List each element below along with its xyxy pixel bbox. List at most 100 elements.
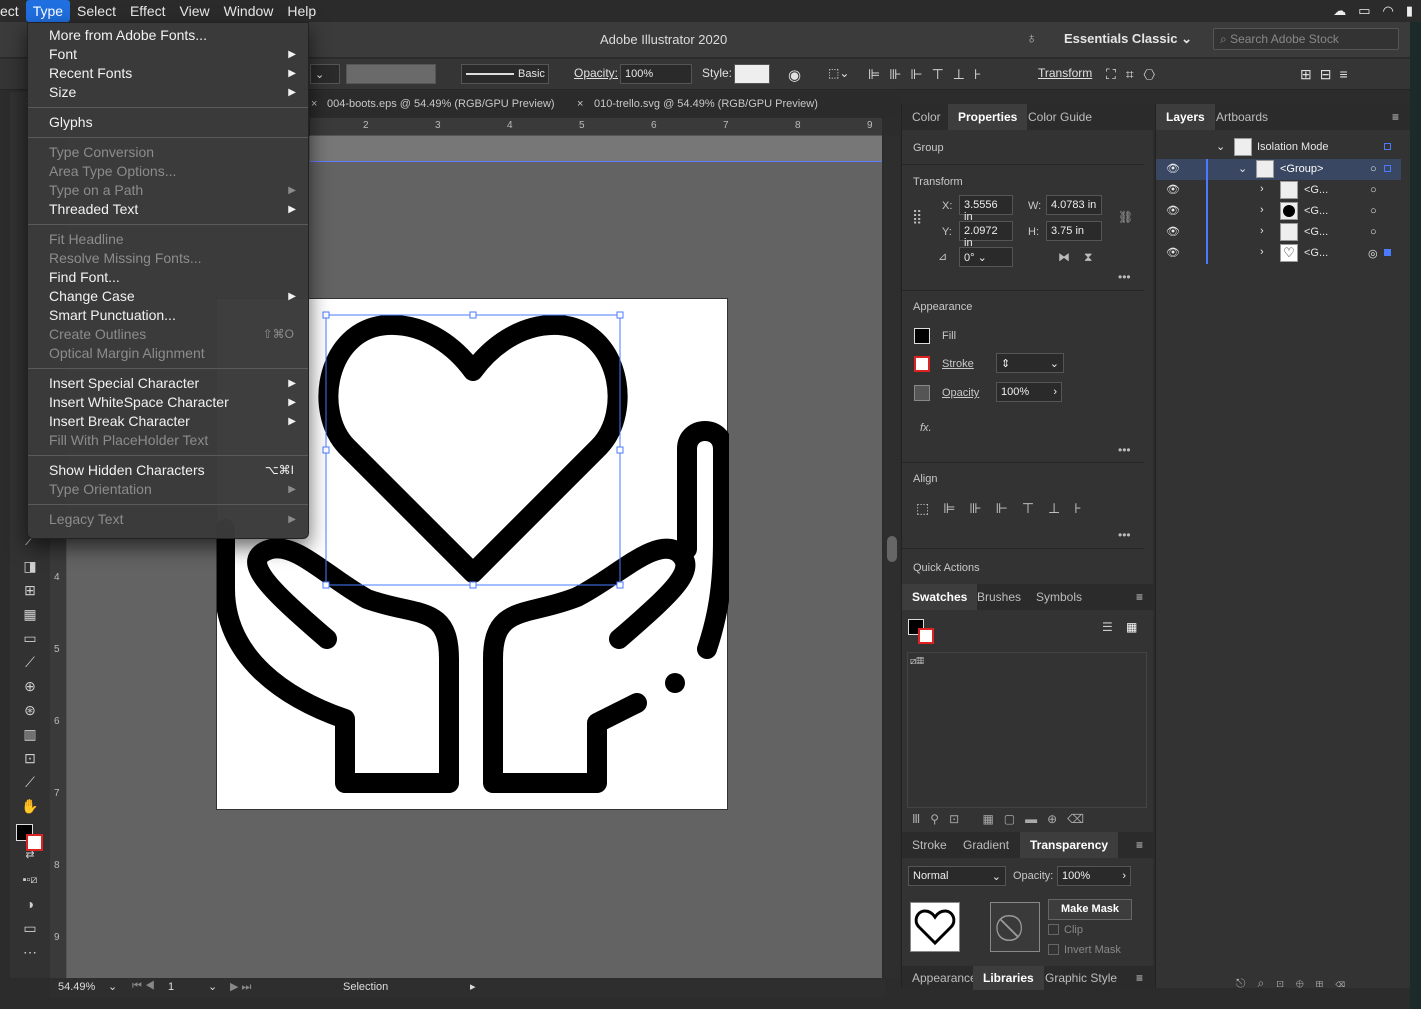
menu-window[interactable]: Window	[217, 0, 281, 22]
chevron-down-icon[interactable]: ⌄	[208, 980, 217, 993]
more-options-icon[interactable]: •••	[1118, 270, 1131, 284]
clip-checkbox[interactable]	[1048, 924, 1059, 935]
close-icon[interactable]: ×	[577, 98, 583, 110]
tab-color[interactable]: Color	[902, 104, 951, 130]
edit-toolbar-icon[interactable]: ⋯	[21, 944, 39, 962]
stroke-weight-dropdown[interactable]: ⌄	[310, 64, 340, 84]
more-options-icon[interactable]: •••	[1118, 528, 1131, 542]
menu-item-insert-break-character[interactable]: Insert Break Character ▶	[28, 412, 308, 431]
target-icon[interactable]: ○	[1370, 226, 1377, 238]
align-objects-icons[interactable]: ⬚⊫⊪⊩⊤⊥⊦	[916, 500, 1096, 517]
flip-vertical-icon[interactable]: ⧗	[1084, 250, 1092, 265]
arrange-icons[interactable]: ⊞⊟≡	[1300, 66, 1356, 83]
menu-item-font[interactable]: Font ▶	[28, 45, 308, 64]
list-view-icon[interactable]: ☰	[1102, 620, 1113, 634]
stroke-swatch[interactable]	[914, 356, 930, 372]
status-menu-icon[interactable]: ▸	[470, 980, 476, 993]
layer-row-child[interactable]: 👁 › ♡ <G... ◎	[1156, 243, 1401, 264]
transparency-opacity-input[interactable]: 100% ›	[1057, 866, 1131, 886]
menu-item-change-case[interactable]: Change Case ▶	[28, 287, 308, 306]
mesh-tool-icon[interactable]: ▦	[21, 606, 39, 624]
graph-tool-icon[interactable]: ⊞	[21, 582, 39, 600]
wifi-icon[interactable]: ◠	[1383, 3, 1394, 19]
opacity-link[interactable]: Opacity	[942, 387, 979, 399]
group-label[interactable]: <Group>	[1280, 163, 1323, 175]
transform-link[interactable]: Transform	[1038, 66, 1092, 80]
mask-thumbnail[interactable]: ⃠	[990, 902, 1040, 952]
panel-menu-icon[interactable]: ≡	[1136, 590, 1143, 604]
blend-mode-select[interactable]: Normal ⌄	[908, 866, 1006, 886]
chevron-down-icon[interactable]: ⌄	[1216, 140, 1225, 153]
scroll-thumb[interactable]	[887, 536, 897, 562]
blend-tool-icon[interactable]: ⊕	[21, 678, 39, 696]
target-icon[interactable]: ○	[1370, 163, 1377, 175]
symbol-sprayer-icon[interactable]: ⊛	[21, 702, 39, 720]
child-label[interactable]: <G...	[1304, 205, 1328, 217]
graphic-style-picker[interactable]	[734, 64, 770, 84]
column-graph-icon[interactable]: ▥	[21, 726, 39, 744]
panel-menu-icon[interactable]: ≡	[1392, 110, 1399, 124]
invert-mask-checkbox[interactable]	[1048, 944, 1059, 955]
flip-horizontal-icon[interactable]: ⧓	[1058, 250, 1070, 264]
lightbulb-icon[interactable]: ♁	[1026, 30, 1037, 47]
target-filled-icon[interactable]: ◎	[1368, 247, 1378, 260]
menu-item-insert-whitespace-character[interactable]: Insert WhiteSpace Character ▶	[28, 393, 308, 412]
battery-icon[interactable]: ▮	[1406, 3, 1413, 19]
menu-item-size[interactable]: Size ▶	[28, 83, 308, 102]
vertical-scrollbar[interactable]	[884, 136, 900, 978]
draw-mode-icon[interactable]: ◑	[21, 896, 39, 914]
variable-width-profile[interactable]	[346, 64, 436, 84]
menu-help[interactable]: Help	[280, 0, 323, 22]
panel-menu-icon[interactable]: ≡	[1136, 838, 1143, 852]
align-to-icon[interactable]: ⬚⌄	[828, 66, 849, 80]
menu-type[interactable]: Type	[25, 0, 71, 22]
child-label[interactable]: <G...	[1304, 184, 1328, 196]
chevron-right-icon[interactable]: ›	[1260, 246, 1264, 258]
opacity-label[interactable]: Opacity:	[574, 66, 618, 80]
chevron-down-icon[interactable]: ⌄	[108, 980, 117, 993]
eye-icon[interactable]: 👁	[1166, 183, 1180, 196]
chevron-down-icon[interactable]: ⌄	[1238, 162, 1247, 175]
horizontal-ruler[interactable]: 2 3 4 5 6 7 8 9	[310, 118, 882, 136]
grid-view-icon[interactable]: ▦	[1126, 620, 1137, 634]
make-mask-button[interactable]: Make Mask	[1048, 899, 1132, 920]
recolor-icon[interactable]: ◉	[788, 66, 801, 84]
layer-row-child[interactable]: 👁 › <G... ○	[1156, 180, 1401, 201]
eye-icon[interactable]: 👁	[1166, 246, 1180, 259]
hand-tool-icon[interactable]: ✋	[21, 798, 39, 816]
eye-icon[interactable]: 👁	[1166, 204, 1180, 217]
align-buttons-icon[interactable]: ⊫⊪⊩⊤⊥⊦	[868, 66, 990, 83]
layer-actions-icons[interactable]: ⎋⌕⊡⊕⊞⌫	[1236, 976, 1357, 991]
slice-tool-icon[interactable]: ⟋	[21, 774, 39, 792]
menu-item-recent-fonts[interactable]: Recent Fonts ▶	[28, 64, 308, 83]
w-input[interactable]: 4.0783 in	[1046, 195, 1102, 215]
layer-row-group[interactable]: 👁 ⌄ <Group> ○	[1156, 159, 1401, 180]
layer-row-isolation[interactable]: ⌄ Isolation Mode	[1156, 137, 1401, 158]
gradient-tool-icon[interactable]: ▭	[21, 630, 39, 648]
airplay-icon[interactable]: ▭	[1358, 3, 1370, 19]
layer-row-child[interactable]: 👁 › <G... ○	[1156, 222, 1401, 243]
menu-view[interactable]: View	[173, 0, 217, 22]
menu-item-glyphs[interactable]: Glyphs	[28, 113, 308, 132]
menu-effect[interactable]: Effect	[123, 0, 173, 22]
tab-transparency[interactable]: Transparency	[1020, 832, 1119, 858]
close-icon[interactable]: ×	[311, 98, 317, 110]
more-options-icon[interactable]: •••	[1118, 443, 1131, 457]
workspace-switcher[interactable]: Essentials Classic ⌄	[1064, 31, 1192, 47]
object-thumbnail[interactable]	[910, 902, 960, 952]
stroke-weight-input[interactable]: ⇕ ⌄	[996, 353, 1064, 373]
tab-libraries[interactable]: Libraries	[973, 966, 1044, 990]
menu-select[interactable]: Select	[70, 0, 123, 22]
artboard-number[interactable]: 1	[168, 981, 174, 993]
brush-definition-dropdown[interactable]: Basic	[461, 64, 549, 84]
menu-item-threaded-text[interactable]: Threaded Text ▶	[28, 200, 308, 219]
stroke-color-swatch[interactable]	[26, 834, 43, 851]
child-label[interactable]: <G...	[1304, 247, 1328, 259]
selected-art-indicator[interactable]	[1384, 249, 1391, 256]
zoom-level[interactable]: 54.49%	[58, 981, 95, 993]
fill-swatch[interactable]	[914, 328, 930, 344]
tab-properties[interactable]: Properties	[948, 104, 1028, 130]
swatch-stroke-indicator[interactable]	[918, 628, 934, 644]
reference-point-icon[interactable]: ⣿	[912, 208, 922, 225]
menu-item-show-hidden-characters[interactable]: Show Hidden Characters ⌥⌘I	[28, 461, 308, 480]
